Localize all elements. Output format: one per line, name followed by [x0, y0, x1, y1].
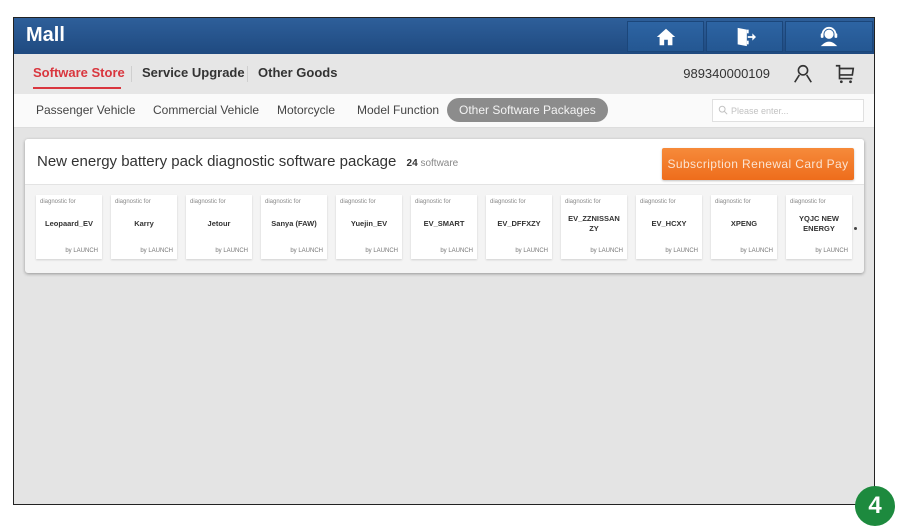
- support-icon: [820, 26, 838, 46]
- category-motorcycle[interactable]: Motorcycle: [277, 103, 335, 117]
- category-bar: Passenger Vehicle Commercial Vehicle Mot…: [14, 94, 874, 128]
- card-vehicle-name: YQJC NEW ENERGY: [798, 214, 839, 233]
- card-vendor: by LAUNCH: [815, 248, 848, 254]
- card-prefix: diagnostic for: [415, 199, 451, 205]
- card-prefix: diagnostic for: [565, 199, 601, 205]
- app-title: Mall: [26, 24, 65, 46]
- card-vendor: by LAUNCH: [440, 248, 473, 254]
- tab-service-upgrade[interactable]: Service Upgrade: [142, 65, 245, 80]
- card-vendor: by LAUNCH: [65, 248, 98, 254]
- mall-window: Mall Software Store Service Upgrade Othe…: [13, 17, 875, 505]
- tab-divider: [247, 66, 248, 82]
- card-vendor: by LAUNCH: [365, 248, 398, 254]
- user-icon[interactable]: [792, 63, 814, 85]
- card-prefix: diagnostic for: [790, 199, 826, 205]
- card-vehicle-name: Karry: [134, 219, 154, 228]
- cart-icon[interactable]: [834, 63, 856, 85]
- software-card[interactable]: diagnostic for Karry by LAUNCH: [111, 195, 177, 259]
- tab-divider: [131, 66, 132, 82]
- account-id: 989340000109: [683, 66, 770, 81]
- software-card[interactable]: diagnostic for EV_SMARTby LAUNCH: [411, 195, 477, 259]
- tab-software-store[interactable]: Software Store: [33, 65, 125, 80]
- count-unit: software: [420, 158, 459, 169]
- software-card[interactable]: diagnostic for EV_ZZNISSAN ZY by LAUNCH: [561, 195, 627, 259]
- package-panel: New energy battery pack diagnostic softw…: [25, 139, 864, 273]
- card-vehicle-name: EV_HCXY: [651, 219, 687, 228]
- category-other-software-packages[interactable]: Other Software Packages: [447, 98, 608, 122]
- software-card[interactable]: diagnostic for EV_DFFXZYby LAUNCH: [486, 195, 552, 259]
- card-vendor: by LAUNCH: [740, 248, 773, 254]
- scroll-more-indicator[interactable]: [854, 227, 857, 230]
- card-prefix: diagnostic for: [640, 199, 676, 205]
- software-card[interactable]: diagnostic for EV_HCXYby LAUNCH: [636, 195, 702, 259]
- card-vehicle-name: Sanya (FAW): [271, 219, 317, 228]
- card-prefix: diagnostic for: [340, 199, 376, 205]
- home-button[interactable]: [627, 21, 704, 52]
- category-model-function[interactable]: Model Function: [357, 103, 439, 117]
- card-prefix: diagnostic for: [190, 199, 226, 205]
- card-prefix: diagnostic for: [115, 199, 151, 205]
- card-vendor: by LAUNCH: [665, 248, 698, 254]
- software-card-list: diagnostic for Leopaard_EV by LAUNCH diagno…: [36, 195, 852, 261]
- card-vehicle-name: EV_ZZNISSAN ZY: [568, 214, 620, 233]
- card-vehicle-name: EV_DFFXZY: [497, 219, 541, 228]
- category-passenger-vehicle[interactable]: Passenger Vehicle: [36, 103, 135, 117]
- package-title: New energy battery pack diagnostic softw…: [37, 153, 458, 170]
- search-input[interactable]: [712, 99, 864, 122]
- callout-badge: 4: [855, 486, 895, 526]
- card-prefix: diagnostic for: [40, 199, 76, 205]
- home-icon: [656, 28, 675, 45]
- card-vehicle-name: Leopaard_EV: [45, 219, 93, 228]
- software-card[interactable]: diagnostic for XPENG by LAUNCH: [711, 195, 777, 259]
- support-button[interactable]: [785, 21, 873, 52]
- subscription-renewal-button[interactable]: Subscription Renewal Card Pay: [662, 148, 854, 180]
- title-bar: Mall: [14, 18, 874, 54]
- card-prefix: diagnostic for: [265, 199, 301, 205]
- card-prefix: diagnostic for: [715, 199, 751, 205]
- card-vehicle-name: XPENG: [730, 219, 758, 228]
- card-vendor: by LAUNCH: [515, 248, 548, 254]
- card-vendor: by LAUNCH: [290, 248, 323, 254]
- card-vehicle-name: EV_SMART: [423, 219, 465, 228]
- tab-other-goods[interactable]: Other Goods: [258, 65, 337, 80]
- software-card[interactable]: diagnostic for Leopaard_EVby LAUNCH: [36, 195, 102, 259]
- package-name: New energy battery pack diagnostic softw…: [37, 153, 397, 170]
- software-card[interactable]: diagnostic for Yuejin_EVby LAUNCH: [336, 195, 402, 259]
- card-prefix: diagnostic for: [490, 199, 526, 205]
- software-card[interactable]: diagnostic for YQJC NEW ENERGY by LAUNCH: [786, 195, 852, 259]
- card-vendor: by LAUNCH: [215, 248, 248, 254]
- software-card[interactable]: diagnostic for Jetour by LAUNCH: [186, 195, 252, 259]
- package-header: New energy battery pack diagnostic softw…: [25, 139, 864, 185]
- card-vendor: by LAUNCH: [590, 248, 623, 254]
- exit-icon: [737, 27, 756, 46]
- card-vehicle-name: Jetour: [207, 219, 231, 228]
- count-value: 24: [406, 158, 418, 169]
- card-vehicle-name: Yuejin_EV: [350, 219, 388, 228]
- search-icon: [718, 105, 728, 115]
- active-tab-indicator: [33, 87, 121, 89]
- search-box: [712, 99, 864, 122]
- software-card[interactable]: diagnostic for Sanya (FAW) by LAUNCH: [261, 195, 327, 259]
- main-nav: Software Store Service Upgrade Other Goo…: [14, 54, 874, 94]
- exit-button[interactable]: [706, 21, 783, 52]
- card-vendor: by LAUNCH: [140, 248, 173, 254]
- package-count: 24 software: [407, 158, 459, 169]
- category-commercial-vehicle[interactable]: Commercial Vehicle: [153, 103, 259, 117]
